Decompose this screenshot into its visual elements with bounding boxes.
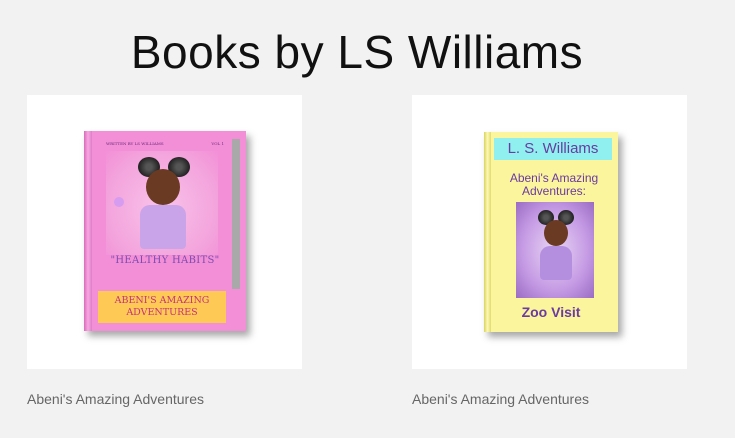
flower-icon [114,197,124,207]
cover-title-line-2: Adventures: [521,184,587,198]
page-title: Books by LS Williams [130,26,584,78]
cover-illustration [106,151,218,255]
book-cover-image[interactable]: WRITTEN BY LS WILLIAMS VOL 1 "HEALTHY HA… [84,131,246,331]
book-spine [84,131,92,331]
book-caption[interactable]: Abeni's Amazing Adventures [27,390,204,408]
character-face [146,169,180,205]
book-cover-image[interactable]: L. S. Williams Abeni's Amazing Adventure… [484,132,618,332]
banner-line-2: ADVENTURES [126,307,198,318]
cover-tagline: "HEALTHY HABITS" [110,255,220,266]
character-dress [140,205,186,249]
book-spine [484,132,491,332]
book-card-healthy-habits[interactable]: WRITTEN BY LS WILLIAMS VOL 1 "HEALTHY HA… [27,95,302,369]
cover-author: L. S. Williams [494,138,612,160]
book-edge [232,139,240,289]
cover-subtitle: Zoo Visit [521,304,581,320]
cover-illustration [516,202,594,298]
book-caption[interactable]: Abeni's Amazing Adventures [412,390,589,408]
cover-title: Abeni's Amazing Adventures: [492,172,616,198]
book-card-zoo-visit[interactable]: L. S. Williams Abeni's Amazing Adventure… [412,95,687,369]
cover-title-banner: ABENI'S AMAZING ADVENTURES [98,291,226,323]
character-face [544,220,568,246]
character-dress [540,246,572,280]
banner-line-1: ABENI'S AMAZING [114,295,210,306]
cover-author-text: WRITTEN BY LS WILLIAMS [106,141,164,146]
cover-volume-text: VOL 1 [211,141,224,146]
